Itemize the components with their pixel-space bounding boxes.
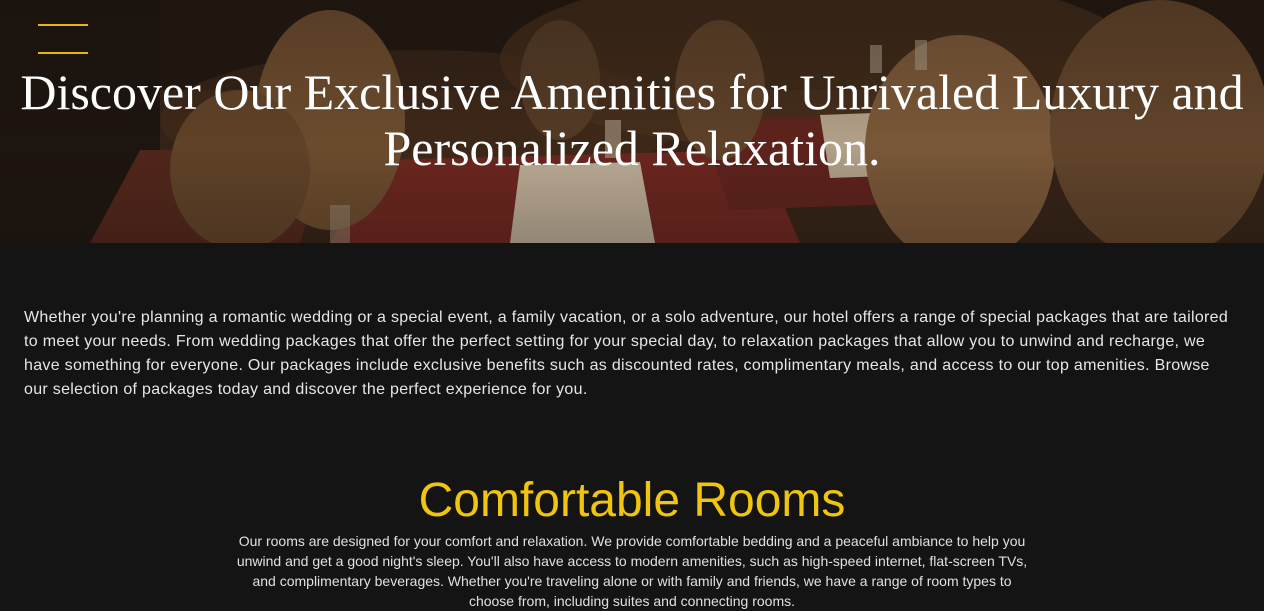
rooms-description: Our rooms are designed for your comfort … — [236, 533, 1028, 609]
menu-line — [38, 24, 88, 26]
hamburger-icon[interactable] — [38, 24, 88, 54]
packages-intro-text: Whether you're planning a romantic weddi… — [24, 309, 1229, 398]
hero-banner: Discover Our Exclusive Amenities for Unr… — [0, 0, 1264, 243]
page-title: Discover Our Exclusive Amenities for Unr… — [20, 64, 1244, 176]
menu-line — [38, 52, 88, 54]
rooms-heading: Comfortable Rooms — [418, 474, 846, 527]
